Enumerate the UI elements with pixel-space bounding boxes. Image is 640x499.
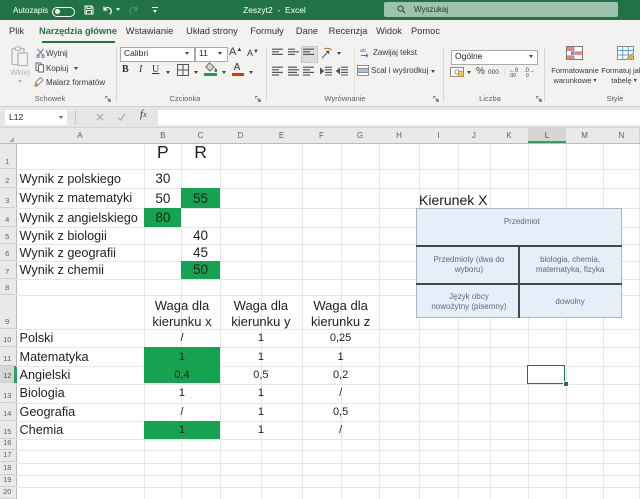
svg-text:.00: .00 [509,73,516,77]
svg-text:ab: ab [360,48,366,54]
svg-text:0: 0 [526,73,529,77]
